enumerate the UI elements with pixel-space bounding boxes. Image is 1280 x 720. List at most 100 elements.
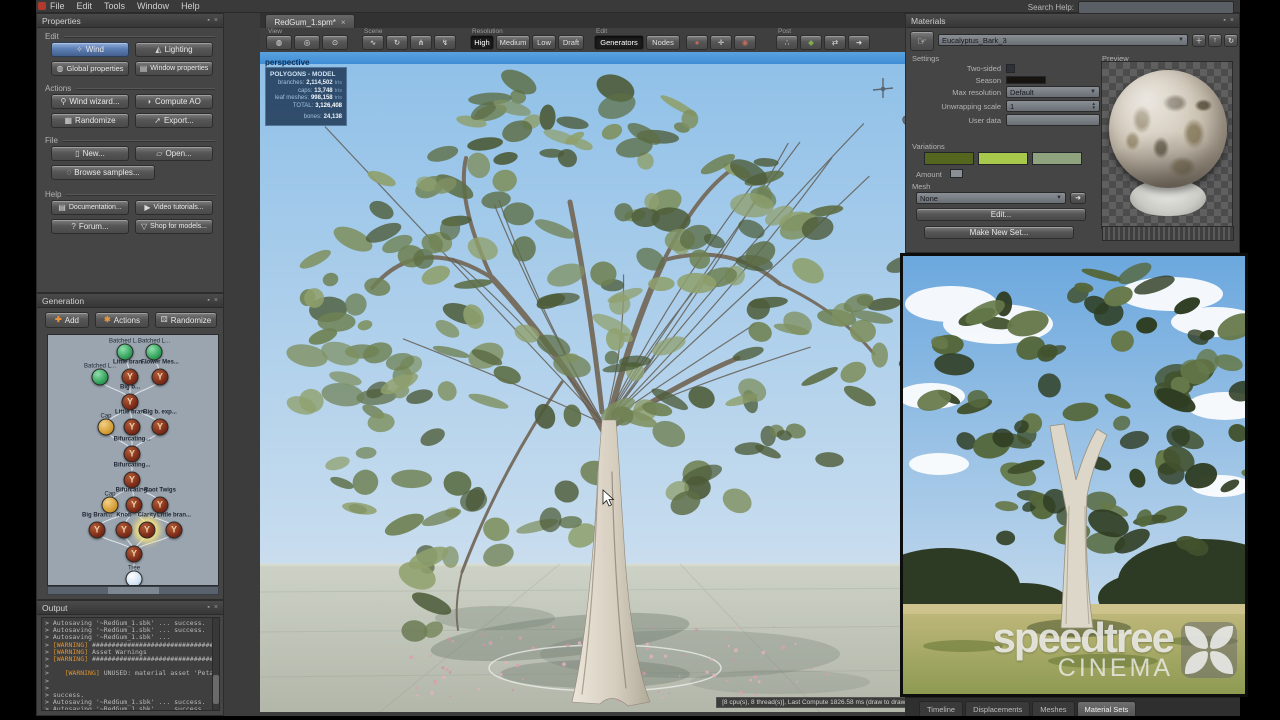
tab-displacements[interactable]: Displacements [965,701,1031,716]
view-focus-button[interactable]: ◎ [294,35,320,50]
global-properties-button[interactable]: ◍ Global properties [51,61,129,76]
graph-node[interactable]: Batched L... [84,364,116,386]
edit-nodes-button[interactable]: Nodes [646,35,680,50]
panel-close-icon[interactable]: × [214,604,218,611]
lighting-button[interactable]: ◭ Lighting [135,42,213,57]
graph-node[interactable]: Y Flower Mes... [141,360,179,386]
add-icon: ✚ [55,315,62,324]
resolution-high-button[interactable]: High [470,35,494,50]
post-particles-button[interactable]: ∴ [776,35,798,50]
graph-node[interactable]: Y Knob [115,513,133,539]
menu-edit[interactable]: Edit [77,1,93,11]
graph-node[interactable]: Cap [97,414,115,436]
scene-pull-button[interactable]: ↯ [434,35,456,50]
wind-button[interactable]: ✧ Wind [51,42,129,57]
documentation-button[interactable]: ▤ Documentation... [51,200,129,215]
edit-add-node-button[interactable]: ✛ [710,35,732,50]
view-camera-button[interactable]: ◍ [266,35,292,50]
tab-timeline[interactable]: Timeline [919,701,964,716]
viewport-header[interactable]: perspective [260,52,944,67]
shop-for-models-button[interactable]: ▽ Shop for models... [135,219,213,234]
unwrapping-scale-spinner[interactable]: 1 ▲ ▼ [1006,100,1100,112]
menu-tools[interactable]: Tools [104,1,125,11]
output-panel: Output ▪ × > Autosaving '~RedGum_1.sbk' … [36,600,224,716]
menu-file[interactable]: File [50,1,65,11]
panel-dock-icon[interactable]: ▪ [1223,17,1225,24]
amount-field[interactable] [950,169,963,178]
post-swap-button[interactable]: ⇄ [824,35,846,50]
post-group: Post ∴ ◆ ⇄ ➜ [776,28,880,52]
tab-meshes[interactable]: Meshes [1032,701,1075,716]
browse-samples-button[interactable]: ◌ Browse samples... [51,165,155,180]
tab-close-icon[interactable]: × [341,18,346,27]
material-refresh-button[interactable]: ↻ [1224,34,1238,47]
add-node-button[interactable]: ✚ Add [45,312,89,328]
graph-node[interactable]: Y Big b. exp... [143,410,177,436]
material-add-button[interactable]: ＋ [1192,34,1206,47]
resolution-low-button[interactable]: Low [532,35,556,50]
wind-wizard-button[interactable]: ⚲ Wind wizard... [51,94,129,109]
open-button[interactable]: ▱ Open... [135,146,213,161]
graph-node[interactable]: Y [125,545,143,563]
output-log[interactable]: > Autosaving '~RedGum_1.sbk' ... success… [41,617,213,711]
two-sided-label: Two-sided [966,64,1001,73]
user-data-field[interactable] [1006,114,1100,126]
mesh-link-button[interactable]: ➜ [1070,192,1086,204]
panel-dock-icon[interactable]: ▪ [207,17,209,24]
export-button[interactable]: ➚ Export... [135,113,213,128]
panel-dock-icon[interactable]: ▪ [207,297,209,304]
material-hand-tool-button[interactable]: ☞ [910,31,934,51]
graph-node[interactable]: Y Little bran... [157,513,191,539]
variation-swatch-3[interactable] [1032,152,1082,165]
randomize-button[interactable]: ▦ Randomize [51,113,129,128]
menu-help[interactable]: Help [181,1,200,11]
compute-ao-button[interactable]: ◗ Compute AO [135,94,213,109]
scene-move-node-button[interactable]: ⋔ [410,35,432,50]
edit-brush-button[interactable]: ● [686,35,708,50]
mesh-dropdown[interactable]: None ▼ [916,192,1066,204]
resolution-draft-button[interactable]: Draft [558,35,584,50]
actions-button[interactable]: ✱ Actions [95,312,149,328]
viewport-toolbar: View ◍ ◎ ⊙ Scene ∿ ↻ ⋔ ↯ Resolution High… [260,28,944,53]
variation-swatch-2[interactable] [978,152,1028,165]
tab-material-sets[interactable]: Material Sets [1076,701,1137,716]
graph-node[interactable]: Tree [125,566,143,585]
graph-node[interactable]: Y Clarity [138,513,156,539]
actions-group-label: Actions [45,83,72,93]
new-button[interactable]: ▯ New... [51,146,129,161]
material-up-button[interactable]: ↑ [1208,34,1222,47]
max-resolution-label: Max resolution [952,88,1001,97]
output-scrollbar[interactable] [212,617,220,711]
variation-swatch-1[interactable] [924,152,974,165]
season-swatch[interactable] [1006,76,1046,84]
forum-button[interactable]: ? Forum... [51,219,129,234]
viewport-3d[interactable]: perspective POLYGONS - MODEL branches: 2,… [260,52,944,712]
material-preview[interactable] [1101,61,1233,229]
menu-window[interactable]: Window [137,1,169,11]
panel-close-icon[interactable]: × [214,17,218,24]
graph-node[interactable]: Y Big Bran... [82,513,112,539]
make-new-set-button[interactable]: Make New Set... [924,226,1074,239]
panel-close-icon[interactable]: × [214,297,218,304]
graph-horizontal-scrollbar[interactable] [47,586,219,595]
panel-dock-icon[interactable]: ▪ [207,604,209,611]
post-play-button[interactable]: ➜ [848,35,870,50]
two-sided-checkbox[interactable] [1006,64,1015,73]
graph-randomize-button[interactable]: ⚄ Randomize [155,312,217,328]
video-tutorials-button[interactable]: ▶ Video tutorials... [135,200,213,215]
scene-rotate-button[interactable]: ↻ [386,35,408,50]
generation-node-graph[interactable]: Batched L... Batched L... Batched L... Y Lit… [47,334,219,586]
scene-curve-button[interactable]: ∿ [362,35,384,50]
document-tab[interactable]: RedGum_1.spm* × [265,14,355,29]
panel-close-icon[interactable]: × [1230,17,1234,24]
edit-generators-button[interactable]: Generators [594,35,644,50]
mesh-edit-button[interactable]: Edit... [916,208,1086,221]
post-leaf-button[interactable]: ◆ [800,35,822,50]
edit-eye-button[interactable]: ◉ [734,35,756,50]
view-zoom-button[interactable]: ⊙ [322,35,348,50]
window-properties-button[interactable]: ▤ Window properties [135,61,213,76]
material-select-dropdown[interactable]: Eucalyptus_Bark_3 ▼ [938,34,1188,46]
max-resolution-dropdown[interactable]: Default ▼ [1006,86,1100,98]
resolution-medium-button[interactable]: Medium [496,35,530,50]
set-strip[interactable] [1102,226,1234,241]
